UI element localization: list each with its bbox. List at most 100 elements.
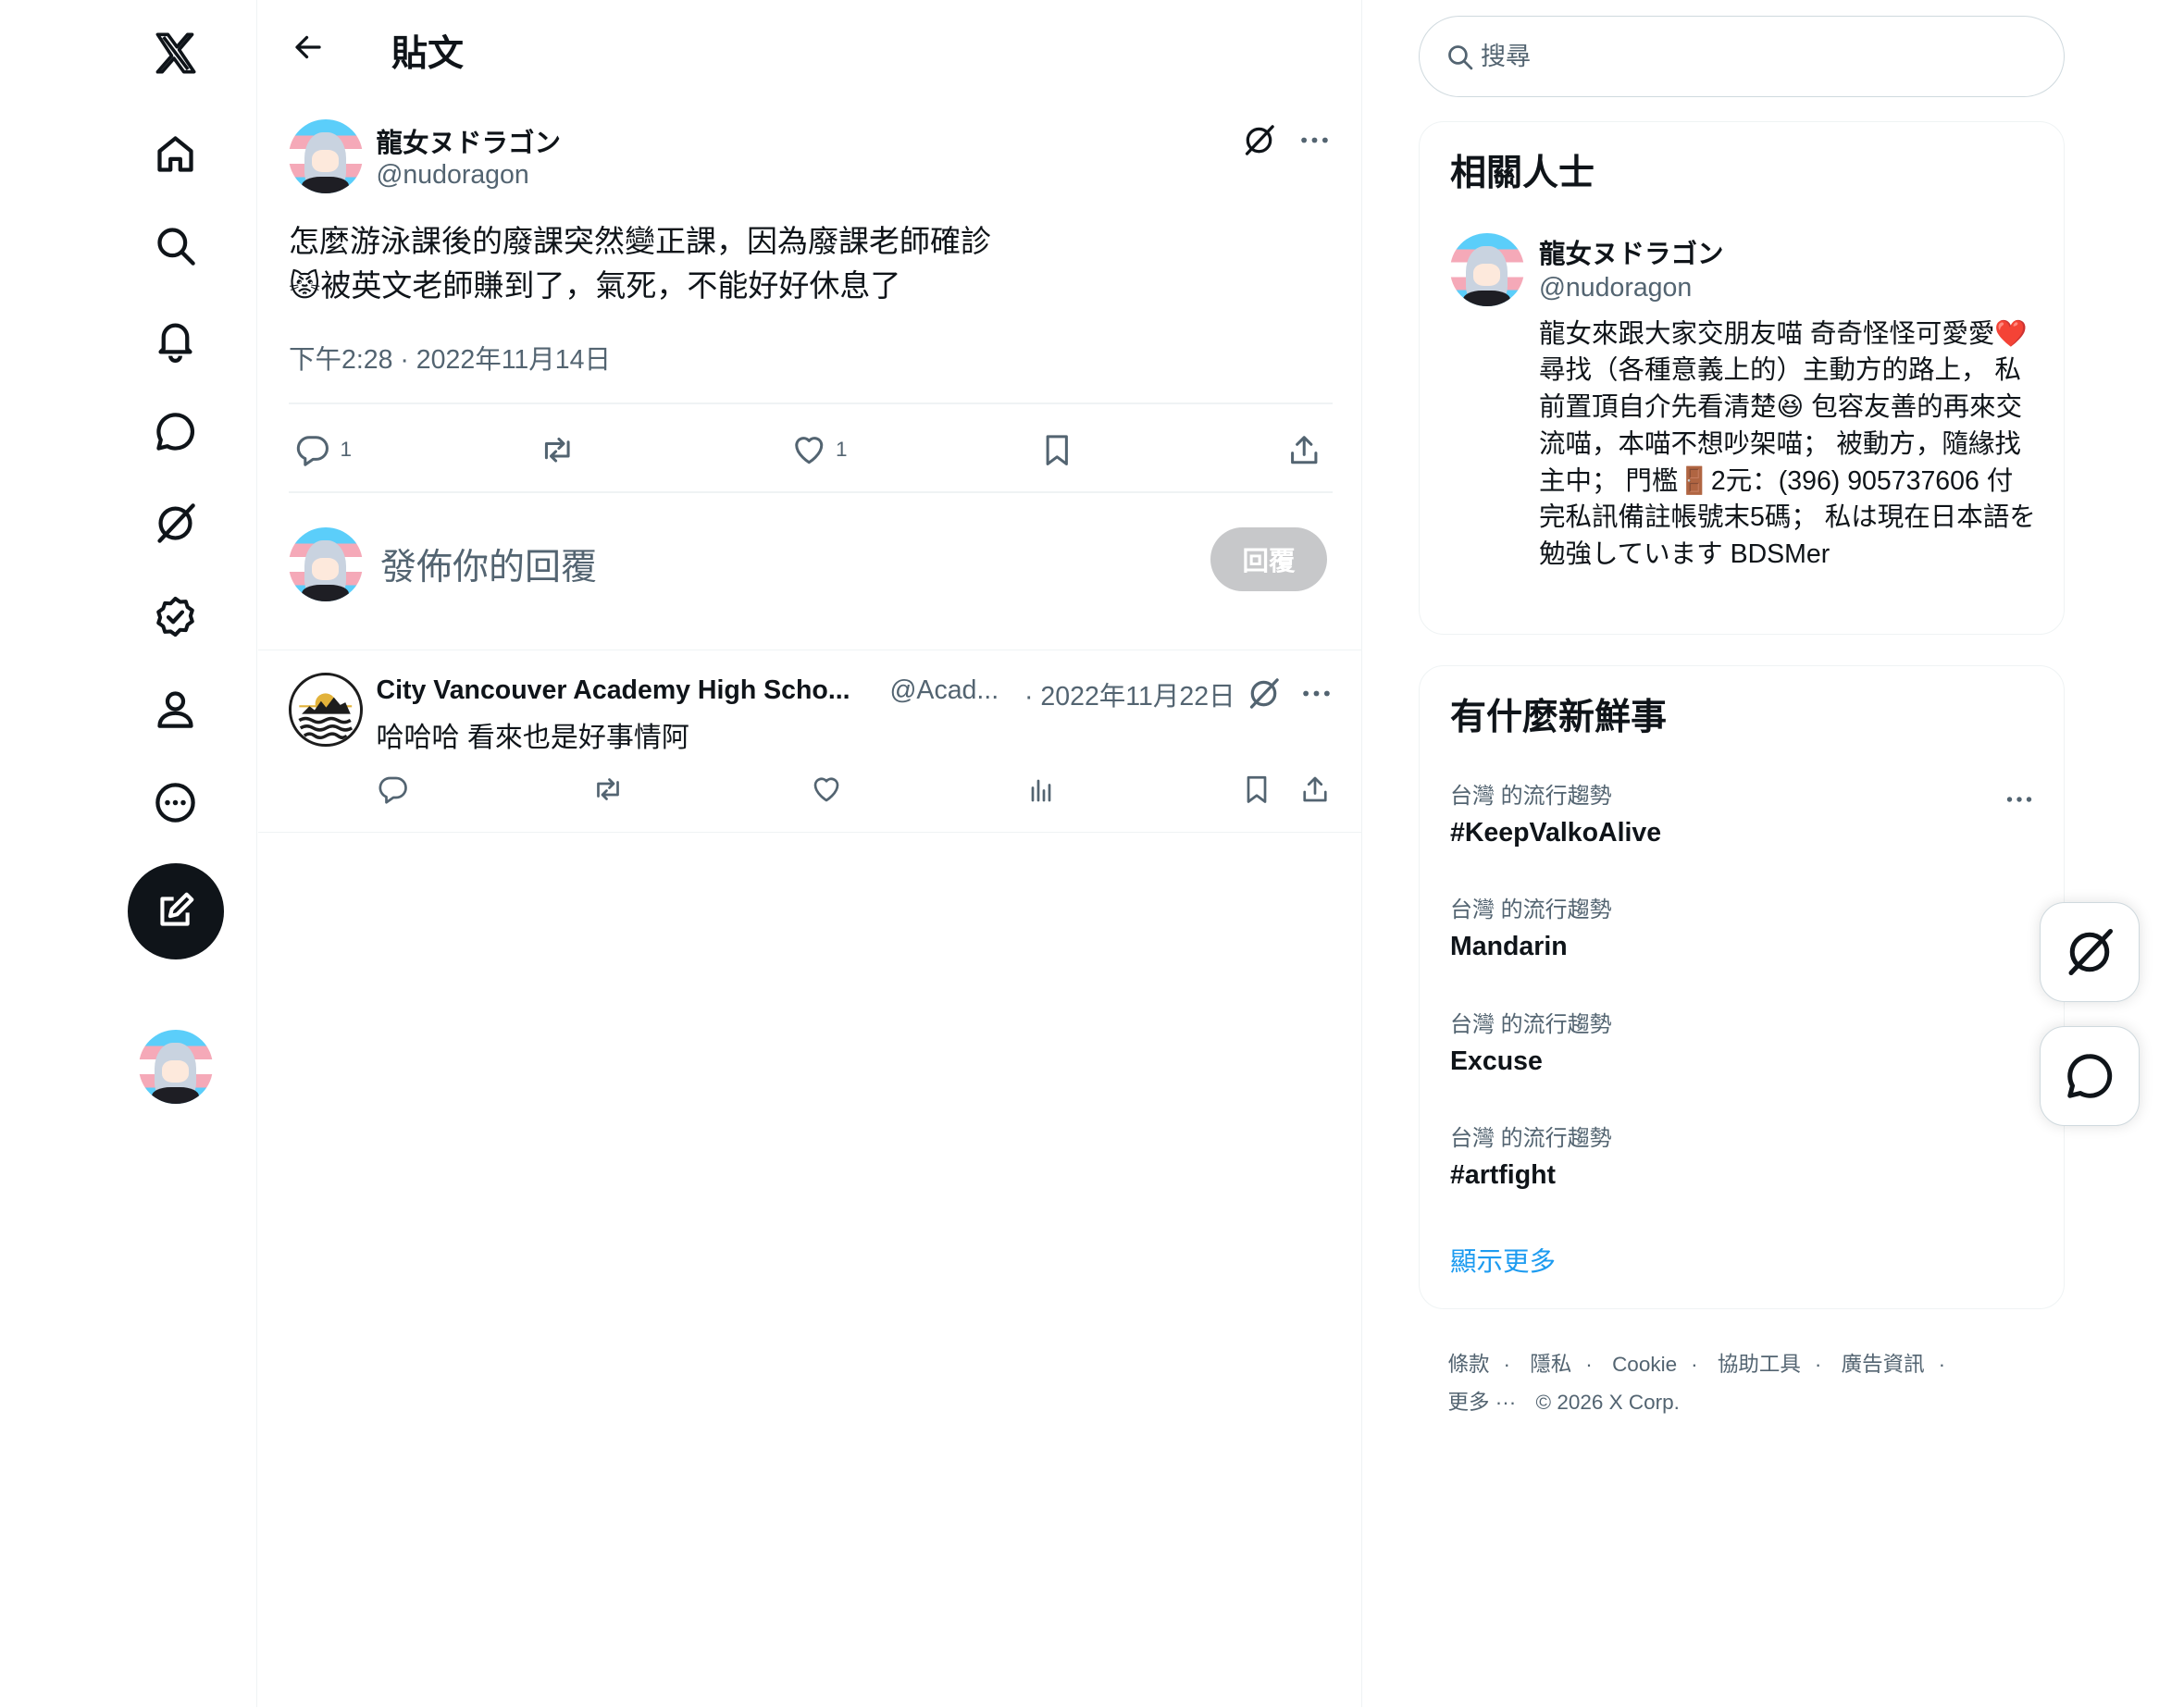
grok-icon[interactable] — [128, 477, 222, 571]
author-avatar[interactable] — [289, 119, 363, 193]
footer: 條款 · 隱私 · Cookie · 協助工具 · 廣告資訊 · 更多 ··· © 202… — [1447, 1353, 1946, 1414]
reply-icon — [296, 435, 329, 466]
verified-icon[interactable] — [128, 569, 222, 663]
footer-link-accessibility[interactable]: 協助工具 — [1718, 1353, 1801, 1376]
left-nav — [0, 0, 257, 1707]
back-arrow-icon[interactable] — [283, 22, 333, 72]
trends-title: 有什麼新鮮事 — [1450, 697, 1668, 737]
footer-more-link[interactable]: 更多 ··· — [1448, 1391, 1517, 1414]
bookmark-icon — [1247, 775, 1266, 803]
page-title: 貼文 — [391, 34, 465, 74]
footer-link-terms[interactable]: 條款 — [1448, 1353, 1490, 1376]
reply-input[interactable]: 發佈你的回覆 — [380, 538, 597, 590]
reply-date[interactable]: · 2022年11月22日 — [1024, 675, 1235, 713]
reply-author-handle[interactable]: @Acad... — [890, 675, 999, 706]
reply-views-button[interactable] — [1024, 773, 1061, 809]
bookmark-button[interactable] — [1038, 422, 1076, 477]
divider — [289, 402, 1333, 404]
author-name[interactable]: 龍女ヌドラゴン — [377, 122, 562, 160]
relevant-person-bio: 龍女來跟大家交朋友喵 奇奇怪怪可愛愛❤️ 尋找（各種意義上的）主動方的路上， 私… — [1539, 318, 2036, 570]
footer-link-ads-info[interactable]: 廣告資訊 — [1842, 1353, 1925, 1376]
reply-reply-button[interactable] — [377, 773, 413, 809]
like-button[interactable]: 1 — [790, 422, 848, 477]
heart-icon — [813, 777, 838, 802]
repost-button[interactable] — [539, 422, 577, 477]
reply-author-name[interactable]: City Vancouver Academy High Scho... — [377, 675, 850, 706]
reply-author-avatar[interactable] — [289, 673, 363, 747]
like-count: 1 — [836, 438, 848, 461]
trend-meta: 台灣 的流行趨勢 — [1450, 1126, 1612, 1151]
share-icon — [1291, 435, 1318, 464]
reply-text: 哈哈哈 看來也是好事情阿 — [376, 723, 689, 753]
heart-icon — [794, 436, 823, 464]
academy-logo-icon — [292, 675, 359, 743]
footer-copyright: © 2026 X Corp. — [1535, 1390, 1680, 1414]
reply-repost-button[interactable] — [591, 773, 627, 809]
share-button[interactable] — [1285, 422, 1323, 477]
x-logo-icon[interactable] — [128, 6, 222, 100]
top-bar: 貼文 — [258, 0, 1362, 97]
trend-item[interactable]: 台灣 的流行趨勢 #KeepValkoAlive — [1450, 777, 2033, 848]
reply-submit-button[interactable]: 回覆 — [1210, 527, 1327, 591]
trend-name: Excuse — [1450, 1046, 1543, 1076]
views-chart-icon — [1031, 779, 1051, 802]
repost-icon — [597, 778, 619, 800]
composer-avatar — [289, 527, 363, 601]
footer-link-cookie[interactable]: Cookie — [1612, 1353, 1677, 1376]
grok-icon[interactable] — [1241, 122, 1277, 158]
trend-name: Mandarin — [1450, 931, 1568, 961]
notifications-bell-icon[interactable] — [128, 291, 222, 386]
main-column: 貼文 龍女ヌドラゴン @nudoragon 怎麼游泳課後的廢課突然變正課，因為廢… — [258, 0, 1362, 1707]
reply-post[interactable]: City Vancouver Academy High Scho... @Aca… — [258, 650, 1362, 833]
search-box[interactable] — [1419, 15, 2065, 97]
reply-composer: 發佈你的回覆 回覆 — [289, 525, 1333, 608]
post-text: 怎麼游泳課後的廢課突然變正課，因為廢課老師確診 😾被英文老師賺到了，氣死，不能好… — [289, 219, 1122, 308]
reply-like-button[interactable] — [810, 773, 846, 809]
reply-bookmark-button[interactable] — [1240, 773, 1276, 809]
post-header: 龍女ヌドラゴン @nudoragon — [289, 119, 1333, 194]
reply-share-button[interactable] — [1298, 773, 1334, 809]
compose-post-button[interactable] — [128, 863, 224, 959]
reply-button[interactable]: 1 — [294, 422, 352, 477]
grok-icon[interactable] — [1246, 675, 1282, 712]
grok-icon — [2068, 929, 2113, 975]
search-input[interactable] — [1481, 35, 2008, 78]
compose-icon — [160, 892, 194, 926]
messages-icon — [2066, 1053, 2112, 1098]
trend-meta: 台灣 的流行趨勢 — [1450, 783, 1612, 809]
divider — [289, 491, 1333, 493]
home-icon[interactable] — [128, 107, 222, 202]
footer-link-privacy[interactable]: 隱私 — [1530, 1353, 1571, 1376]
relevant-person-avatar[interactable] — [1450, 232, 1524, 306]
main-post: 龍女ヌドラゴン @nudoragon 怎麼游泳課後的廢課突然變正課，因為廢課老師… — [289, 119, 1333, 601]
messages-icon[interactable] — [128, 385, 222, 479]
relevant-person-handle[interactable]: @nudoragon — [1539, 273, 1692, 303]
bookmark-icon — [1046, 435, 1068, 465]
post-timestamp[interactable]: 下午2:28 · 2022年11月14日 — [289, 339, 611, 377]
relevant-people-card: 相關人士 龍女ヌドラゴン @nudoragon 龍女來跟大家交朋友喵 奇奇怪怪可… — [1419, 120, 2065, 635]
author-handle[interactable]: @nudoragon — [377, 160, 529, 191]
floating-grok-button[interactable] — [2039, 902, 2140, 1002]
share-icon — [1302, 776, 1327, 802]
relevant-person-name[interactable]: 龍女ヌドラゴン — [1539, 233, 1724, 271]
more-dots-icon[interactable] — [1298, 675, 1334, 712]
repost-icon — [544, 437, 570, 463]
more-dots-icon[interactable] — [1297, 122, 1333, 158]
trend-name: #artfight — [1450, 1160, 1556, 1190]
search-icon[interactable] — [128, 199, 222, 293]
show-more-link[interactable]: 顯示更多 — [1450, 1241, 1556, 1279]
profile-icon[interactable] — [128, 662, 222, 757]
search-icon — [1448, 44, 1473, 69]
trend-item[interactable]: 台灣 的流行趨勢 #artfight — [1450, 1120, 2033, 1191]
trend-name: #KeepValkoAlive — [1450, 817, 1662, 848]
floating-messages-button[interactable] — [2039, 1025, 2140, 1126]
trend-item[interactable]: 台灣 的流行趨勢 Mandarin — [1450, 891, 2033, 962]
trend-more-icon[interactable] — [2003, 783, 2036, 816]
trend-meta: 台灣 的流行趨勢 — [1450, 1012, 1612, 1037]
more-options-icon[interactable] — [128, 755, 222, 849]
reply-count: 1 — [340, 438, 353, 461]
reply-icon — [378, 776, 407, 804]
account-avatar[interactable] — [139, 1030, 213, 1104]
relevant-people-title: 相關人士 — [1450, 153, 1595, 193]
trend-item[interactable]: 台灣 的流行趨勢 Excuse — [1450, 1006, 2033, 1077]
